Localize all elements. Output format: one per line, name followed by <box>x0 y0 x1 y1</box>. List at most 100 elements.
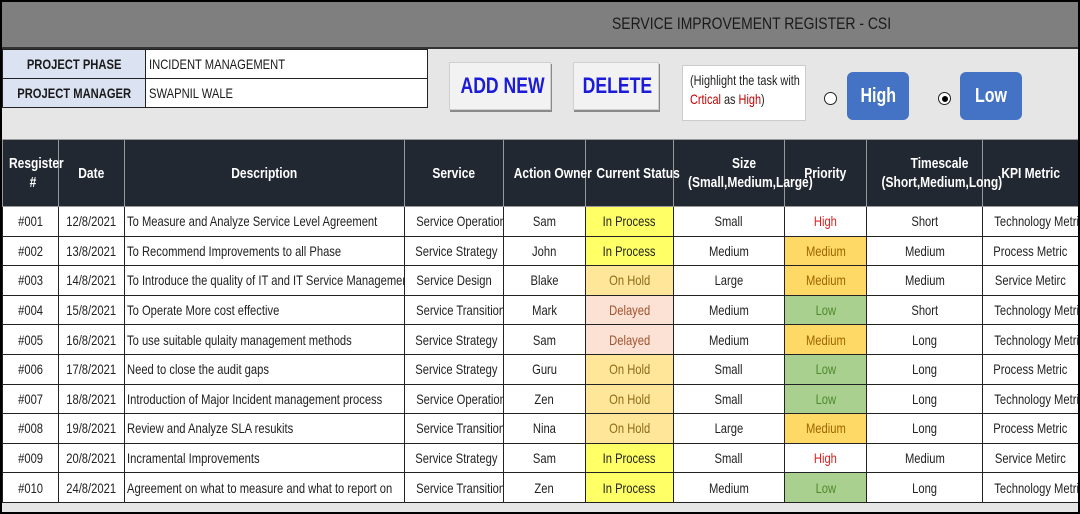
table-row[interactable]: #001 12/8/2021 To Measure and Analyze Serv… <box>2 206 1078 237</box>
priority-cell[interactable]: High <box>784 206 867 237</box>
description-cell[interactable]: To Introduce the quality of IT and IT Se… <box>124 265 405 296</box>
low-radio[interactable] <box>938 92 951 105</box>
kpi-metric-cell[interactable]: Technology Metric <box>982 294 1078 326</box>
status-cell[interactable]: Delayed <box>585 294 674 326</box>
project-manager-field[interactable]: SWAPNIL WALE <box>145 78 429 108</box>
register-cell[interactable]: #004 <box>2 294 59 326</box>
service-cell[interactable]: Service Transition <box>404 472 504 503</box>
date-cell[interactable]: 12/8/2021 <box>58 206 125 237</box>
size-cell[interactable]: Medium <box>673 472 785 503</box>
date-cell[interactable]: 14/8/2021 <box>58 265 125 296</box>
date-cell[interactable]: 16/8/2021 <box>58 324 125 355</box>
service-cell[interactable]: Service Design <box>404 265 504 296</box>
action-owner-cell[interactable]: Sam <box>503 324 586 355</box>
kpi-metric-cell[interactable]: Technology Metric <box>982 472 1078 503</box>
size-cell[interactable]: Small <box>673 383 785 415</box>
timescale-cell[interactable]: Short <box>866 206 983 237</box>
status-cell[interactable]: On Hold <box>585 353 674 385</box>
timescale-cell[interactable]: Medium <box>866 235 983 267</box>
register-cell[interactable]: #010 <box>2 472 59 503</box>
table-row[interactable]: #007 18/8/2021 Introduction of Major Incid… <box>2 383 1078 415</box>
col-header-register[interactable]: Resgister # <box>2 139 64 207</box>
project-phase-field[interactable]: INCIDENT MANAGEMENT <box>145 49 429 79</box>
register-cell[interactable]: #006 <box>2 353 59 385</box>
register-cell[interactable]: #005 <box>2 324 59 355</box>
col-header-action-owner[interactable]: Action Owner <box>503 139 592 207</box>
timescale-cell[interactable]: Long <box>866 383 983 415</box>
priority-cell[interactable]: Low <box>784 353 867 385</box>
priority-cell[interactable]: Medium <box>784 324 867 355</box>
register-cell[interactable]: #009 <box>2 442 59 474</box>
priority-cell[interactable]: Low <box>784 472 867 503</box>
action-owner-cell[interactable]: Sam <box>503 206 586 237</box>
timescale-cell[interactable]: Medium <box>866 442 983 474</box>
col-header-date[interactable]: Date <box>58 139 125 207</box>
table-row[interactable]: #003 14/8/2021 To Introduce the quality of… <box>2 265 1078 296</box>
description-cell[interactable]: Agreement on what to measure and what to… <box>124 472 405 503</box>
size-cell[interactable]: Small <box>673 206 785 237</box>
table-row[interactable]: #004 15/8/2021 To Operate More cost effect… <box>2 294 1078 326</box>
kpi-metric-cell[interactable]: Service Metirc <box>982 265 1078 296</box>
service-cell[interactable]: Service Strategy <box>404 442 504 474</box>
kpi-metric-cell[interactable]: Technology Metric <box>982 324 1078 355</box>
description-cell[interactable]: To Operate More cost effective <box>124 294 405 326</box>
service-cell[interactable]: Service Operation <box>404 206 504 237</box>
high-button[interactable]: High <box>847 72 909 120</box>
size-cell[interactable]: Medium <box>673 324 785 355</box>
col-header-timescale[interactable]: Timescale (Short,Medium,Long) <box>866 139 1002 207</box>
register-cell[interactable]: #001 <box>2 206 59 237</box>
service-cell[interactable]: Service Strategy <box>404 324 504 355</box>
date-cell[interactable]: 15/8/2021 <box>58 294 125 326</box>
description-cell[interactable]: To Measure and Analyze Service Level Agr… <box>124 206 405 237</box>
kpi-metric-cell[interactable]: Service Metirc <box>982 442 1078 474</box>
description-cell[interactable]: Incramental Improvements <box>124 442 405 474</box>
description-cell[interactable]: Introduction of Major Incident managemen… <box>124 383 405 415</box>
action-owner-cell[interactable]: Zen <box>503 472 586 503</box>
date-cell[interactable]: 24/8/2021 <box>58 472 125 503</box>
status-cell[interactable]: In Process <box>585 235 674 267</box>
description-cell[interactable]: Need to close the audit gaps <box>124 353 405 385</box>
kpi-metric-cell[interactable]: Process Metric <box>982 235 1078 267</box>
register-cell[interactable]: #003 <box>2 265 59 296</box>
status-cell[interactable]: On Hold <box>585 413 674 444</box>
kpi-metric-cell[interactable]: Process Metric <box>982 353 1078 385</box>
date-cell[interactable]: 19/8/2021 <box>58 413 125 444</box>
timescale-cell[interactable]: Long <box>866 324 983 355</box>
priority-cell[interactable]: Low <box>784 383 867 415</box>
status-cell[interactable]: Delayed <box>585 324 674 355</box>
status-cell[interactable]: In Process <box>585 442 674 474</box>
table-row[interactable]: #010 24/8/2021 Agreement on what to measur… <box>2 472 1078 503</box>
size-cell[interactable]: Large <box>673 413 785 444</box>
col-header-description[interactable]: Description <box>124 139 405 207</box>
service-cell[interactable]: Service Strategy <box>404 353 504 385</box>
action-owner-cell[interactable]: John <box>503 235 586 267</box>
status-cell[interactable]: In Process <box>585 206 674 237</box>
priority-cell[interactable]: Medium <box>784 235 867 267</box>
col-header-service[interactable]: Service <box>404 139 504 207</box>
action-owner-cell[interactable]: Sam <box>503 442 586 474</box>
priority-cell[interactable]: High <box>784 442 867 474</box>
status-cell[interactable]: In Process <box>585 472 674 503</box>
low-button[interactable]: Low <box>960 72 1022 120</box>
size-cell[interactable]: Small <box>673 442 785 474</box>
action-owner-cell[interactable]: Guru <box>503 353 586 385</box>
kpi-metric-cell[interactable]: Technology Metric <box>982 206 1078 237</box>
delete-button[interactable]: DELETE <box>573 62 659 110</box>
date-cell[interactable]: 13/8/2021 <box>58 235 125 267</box>
register-cell[interactable]: #007 <box>2 383 59 415</box>
timescale-cell[interactable]: Short <box>866 294 983 326</box>
service-cell[interactable]: Service Strategy <box>404 235 504 267</box>
action-owner-cell[interactable]: Mark <box>503 294 586 326</box>
service-cell[interactable]: Service Transition <box>404 294 504 326</box>
timescale-cell[interactable]: Long <box>866 413 983 444</box>
service-cell[interactable]: Service Transition <box>404 413 504 444</box>
description-cell[interactable]: To use suitable qulaity management metho… <box>124 324 405 355</box>
size-cell[interactable]: Medium <box>673 235 785 267</box>
status-cell[interactable]: On Hold <box>585 265 674 296</box>
date-cell[interactable]: 18/8/2021 <box>58 383 125 415</box>
priority-cell[interactable]: Low <box>784 294 867 326</box>
col-header-current-status[interactable]: Current Status <box>585 139 680 207</box>
kpi-metric-cell[interactable]: Process Metric <box>982 413 1078 444</box>
priority-cell[interactable]: Medium <box>784 413 867 444</box>
timescale-cell[interactable]: Long <box>866 472 983 503</box>
